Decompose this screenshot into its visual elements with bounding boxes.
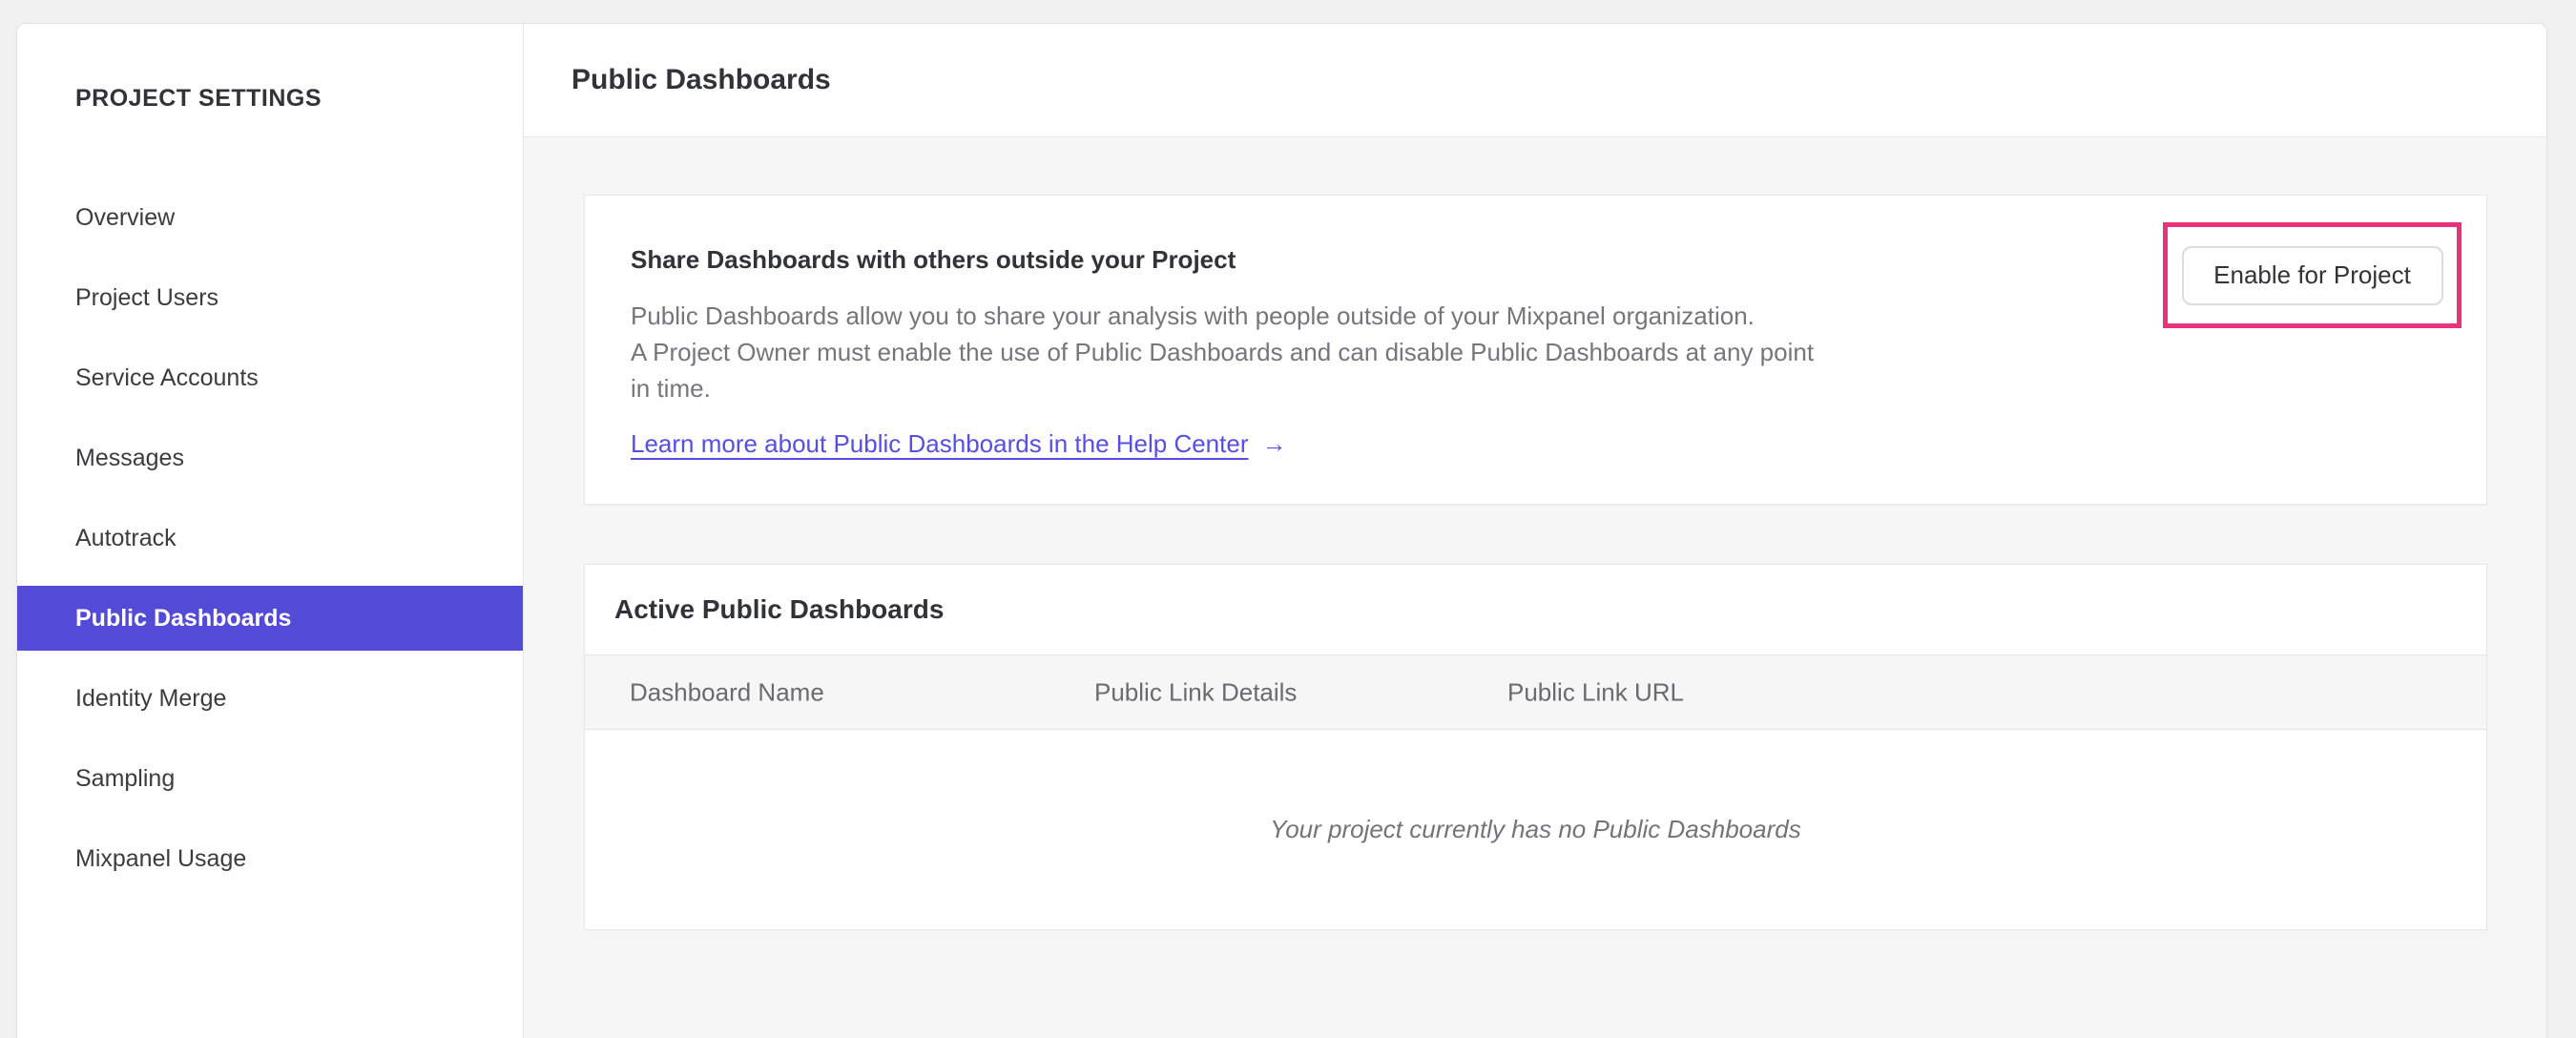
- sidebar-item-identity-merge[interactable]: Identity Merge: [17, 666, 523, 731]
- help-center-link[interactable]: Learn more about Public Dashboards in th…: [631, 429, 1249, 459]
- public-dashboards-settings-page: PROJECT SETTINGS Overview Project Users …: [0, 0, 2576, 1038]
- column-header-public-link-url: Public Link URL: [1507, 677, 1684, 706]
- sidebar-item-label: Messages: [75, 444, 184, 471]
- sidebar-item-label: Autotrack: [75, 524, 177, 551]
- sidebar-title: PROJECT SETTINGS: [75, 85, 322, 112]
- arrow-right-icon: →: [1261, 429, 1287, 458]
- sidebar-item-mixpanel-usage[interactable]: Mixpanel Usage: [17, 826, 523, 891]
- sidebar-item-messages[interactable]: Messages: [17, 426, 523, 490]
- description-line: A Project Owner must enable the use of P…: [631, 338, 1815, 366]
- sidebar-item-overview[interactable]: Overview: [17, 185, 523, 250]
- sidebar-item-service-accounts[interactable]: Service Accounts: [17, 345, 523, 410]
- active-card-title: Active Public Dashboards: [614, 594, 945, 624]
- content-area: Share Dashboards with others outside you…: [524, 137, 2546, 1038]
- sidebar-item-label: Public Dashboards: [75, 604, 292, 632]
- page-title: Public Dashboards: [571, 64, 831, 95]
- annotation-highlight-box: Enable for Project: [2163, 222, 2462, 328]
- empty-state-message: Your project currently has no Public Das…: [1270, 815, 1801, 843]
- main-area: Public Dashboards Share Dashboards with …: [524, 24, 2546, 1038]
- share-dashboards-card: Share Dashboards with others outside you…: [584, 195, 2487, 505]
- page-header: Public Dashboards: [524, 24, 2546, 137]
- sidebar-item-sampling[interactable]: Sampling: [17, 746, 523, 811]
- dashboards-table-header-row: Dashboard Name Public Link Details Publi…: [585, 654, 2486, 730]
- sidebar-item-label: Service Accounts: [75, 363, 259, 391]
- sidebar-nav: Overview Project Users Service Accounts …: [17, 185, 523, 906]
- help-link-row: Learn more about Public Dashboards in th…: [631, 429, 2486, 459]
- sidebar-item-label: Sampling: [75, 764, 176, 792]
- active-public-dashboards-card: Active Public Dashboards Dashboard Name …: [584, 564, 2487, 930]
- active-card-title-row: Active Public Dashboards: [585, 565, 2486, 654]
- settings-panel: PROJECT SETTINGS Overview Project Users …: [16, 23, 2547, 1038]
- dashboards-table-empty-area: Your project currently has no Public Das…: [585, 730, 2486, 929]
- sidebar-item-public-dashboards[interactable]: Public Dashboards: [17, 586, 523, 651]
- column-header-dashboard-name: Dashboard Name: [630, 677, 824, 706]
- sidebar-item-autotrack[interactable]: Autotrack: [17, 506, 523, 571]
- column-header-public-link-details: Public Link Details: [1094, 677, 1298, 706]
- enable-for-project-button[interactable]: Enable for Project: [2181, 245, 2443, 305]
- sidebar-item-label: Overview: [75, 203, 176, 231]
- sidebar-item-label: Mixpanel Usage: [75, 844, 247, 872]
- sidebar-item-project-users[interactable]: Project Users: [17, 265, 523, 330]
- description-line: in time.: [631, 374, 711, 403]
- sidebar-item-label: Identity Merge: [75, 684, 227, 712]
- project-settings-sidebar: PROJECT SETTINGS Overview Project Users …: [17, 24, 524, 1038]
- sidebar-item-label: Project Users: [75, 283, 219, 311]
